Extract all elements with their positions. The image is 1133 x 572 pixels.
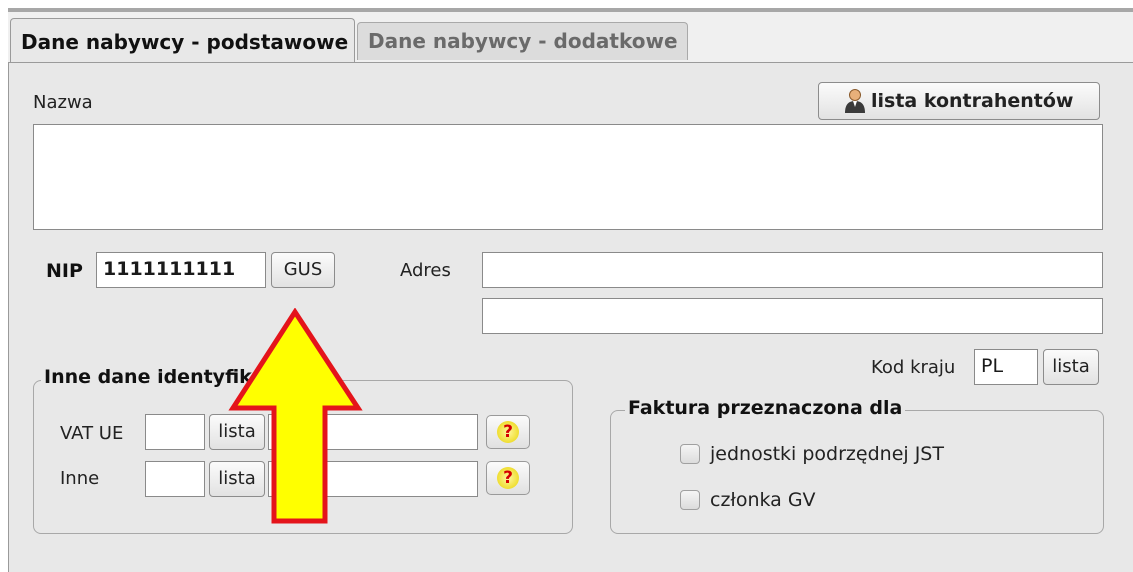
vat-ue-label: VAT UE (60, 423, 124, 444)
other-help-button[interactable]: ? (486, 461, 530, 495)
contractor-list-button[interactable]: lista kontrahentów (818, 82, 1100, 120)
vat-ue-code-input[interactable] (145, 414, 205, 450)
invoice-for-legend: Faktura przeznaczona dla (625, 397, 906, 419)
gv-checkbox-label: członka GV (710, 489, 816, 511)
other-code-input[interactable] (145, 461, 205, 497)
country-code-label: Kod kraju (871, 357, 956, 378)
invoice-for-group (610, 410, 1104, 534)
arrow-up-icon (228, 308, 363, 524)
name-textarea[interactable] (33, 124, 1103, 230)
jst-checkbox[interactable] (680, 444, 700, 464)
tab-additional-data[interactable]: Dane nabywcy - dodatkowe (357, 22, 688, 60)
top-strip (0, 0, 1133, 8)
jst-checkbox-label: jednostki podrzędnej JST (710, 443, 944, 465)
country-list-button[interactable]: lista (1043, 349, 1099, 385)
vat-ue-help-button[interactable]: ? (486, 415, 530, 449)
name-label: Nazwa (33, 92, 93, 113)
nip-label: NIP (46, 260, 83, 282)
question-mark-icon: ? (497, 421, 519, 443)
address-label: Adres (400, 260, 451, 281)
question-mark-icon: ? (497, 467, 519, 489)
gv-checkbox[interactable] (680, 490, 700, 510)
gus-button[interactable]: GUS (271, 252, 335, 288)
country-code-input[interactable]: PL (974, 349, 1038, 385)
person-icon (843, 88, 867, 114)
address-line-2[interactable] (482, 298, 1103, 334)
contractor-list-label: lista kontrahentów (871, 90, 1074, 112)
other-label: Inne (60, 468, 100, 489)
address-line-1[interactable] (482, 252, 1103, 288)
nip-input[interactable]: 1111111111 (96, 252, 266, 288)
tab-basic-data[interactable]: Dane nabywcy - podstawowe (10, 18, 355, 62)
